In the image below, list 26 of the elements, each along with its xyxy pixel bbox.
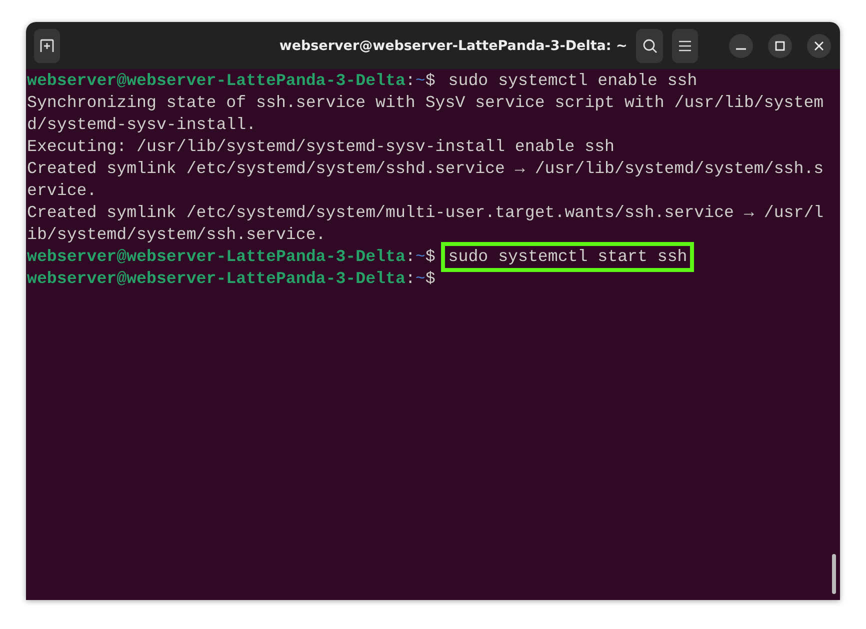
command-text: sudo systemctl start ssh: [441, 242, 694, 272]
output-text: Executing: /usr/lib/systemd/systemd-sysv-install enable ssh: [27, 137, 615, 156]
scrollbar-thumb[interactable]: [832, 554, 836, 594]
new-tab-button[interactable]: [34, 28, 60, 62]
maximize-icon: [775, 40, 786, 50]
output-text: d/systemd-sysv-install.: [27, 115, 256, 134]
output-text: ervice.: [27, 181, 97, 200]
maximize-button[interactable]: [768, 34, 792, 58]
new-tab-icon: [39, 38, 56, 54]
menu-button[interactable]: [672, 28, 698, 62]
search-button[interactable]: [636, 28, 663, 62]
command-text: sudo systemctl enable ssh: [447, 70, 698, 92]
output-text: ib/systemd/system/ssh.service.: [27, 225, 326, 244]
window-title: webserver@webserver-LattePanda-3-Delta: ~: [278, 38, 628, 54]
shell-prompt: webserver@webserver-LattePanda-3-Delta:~$: [27, 247, 436, 266]
search-icon: [642, 38, 658, 54]
output-text: Synchronizing state of ssh.service with SysV service script with /usr/lib/system: [27, 93, 824, 112]
minimize-icon: [736, 48, 746, 50]
shell-prompt: webserver@webserver-LattePanda-3-Delta:~$: [27, 269, 436, 288]
close-button[interactable]: [807, 34, 832, 58]
output-text: Created symlink /etc/systemd/system/multi-user.target.wants/ssh.service → /usr/l: [27, 203, 824, 222]
close-icon: [814, 40, 824, 50]
menu-icon: [678, 40, 692, 52]
shell-prompt: webserver@webserver-LattePanda-3-Delta:~$: [27, 71, 436, 90]
minimize-button[interactable]: [729, 34, 754, 58]
output-text: Created symlink /etc/systemd/system/sshd.service → /usr/lib/systemd/system/ssh.s: [27, 159, 824, 178]
